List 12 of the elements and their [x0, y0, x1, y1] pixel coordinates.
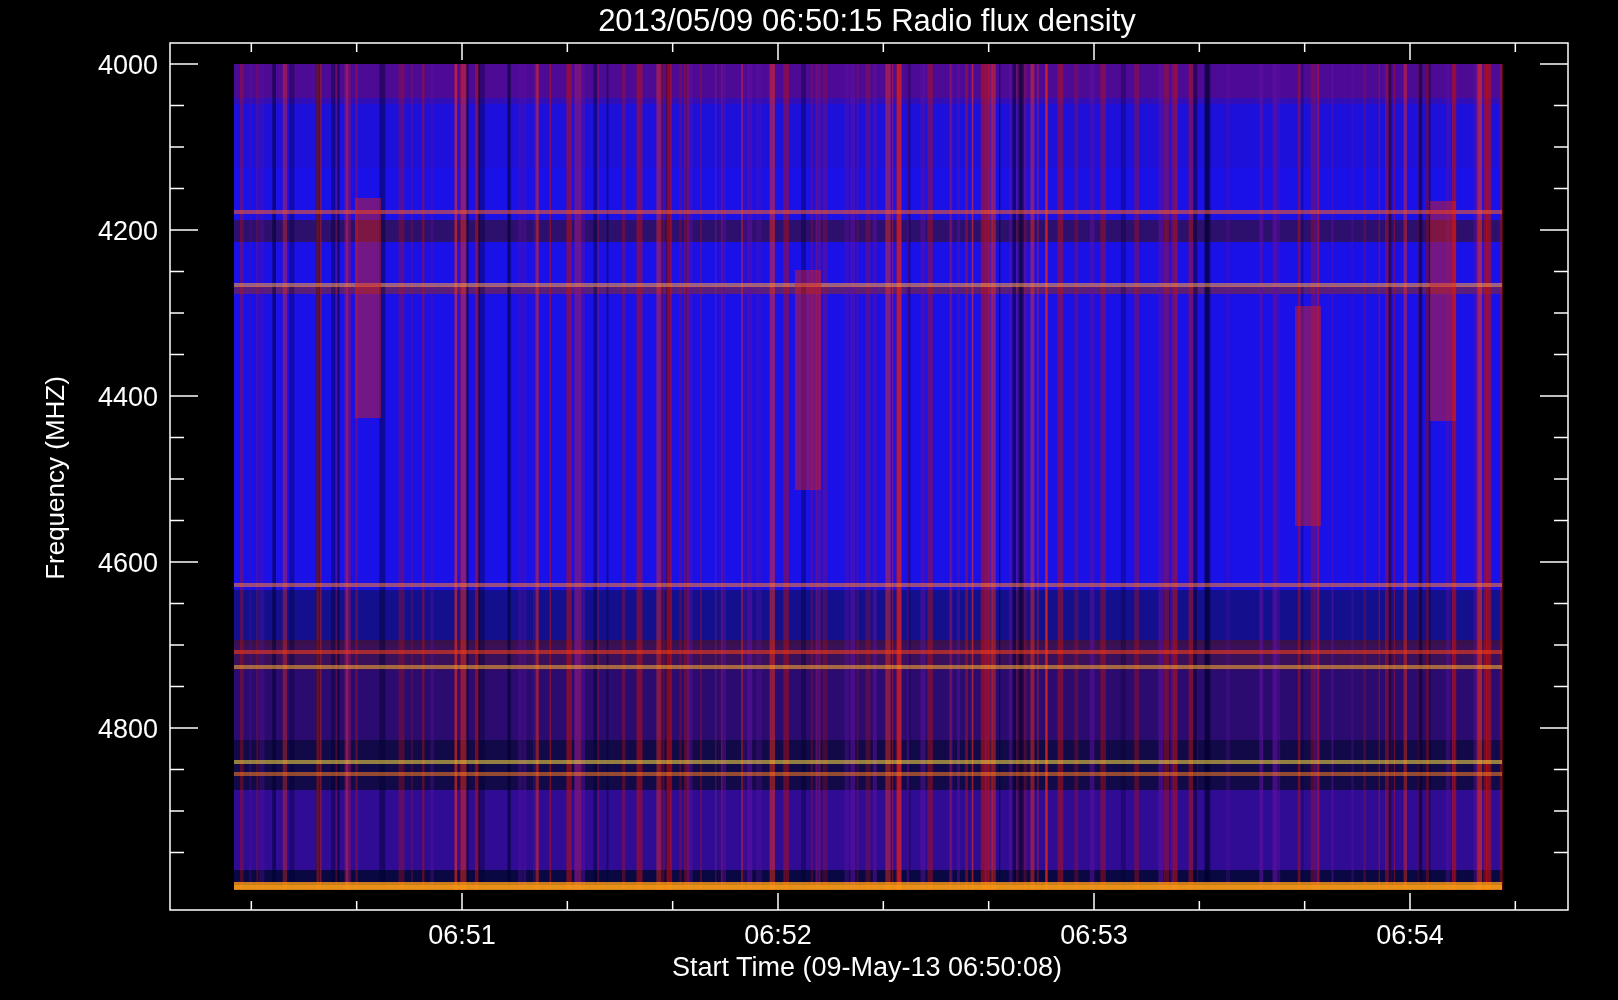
x-tick-label: 06:54	[1376, 920, 1444, 950]
x-tick-label: 06:53	[1060, 920, 1128, 950]
plot-title: 2013/05/09 06:50:15 Radio flux density	[598, 3, 1136, 38]
y-tick-label: 4000	[97, 50, 158, 80]
x-axis-label: Start Time (09-May-13 06:50:08)	[671, 952, 1063, 982]
y-tick-label: 4400	[97, 382, 158, 412]
y-tick-label: 4600	[97, 548, 158, 578]
y-axis-label: Frequency (MHZ)	[40, 376, 70, 580]
y-tick-label: 4800	[97, 714, 158, 744]
x-tick-label: 06:52	[744, 920, 812, 950]
y-tick-label: 4200	[97, 216, 158, 246]
x-tick-label: 06:51	[428, 920, 496, 950]
